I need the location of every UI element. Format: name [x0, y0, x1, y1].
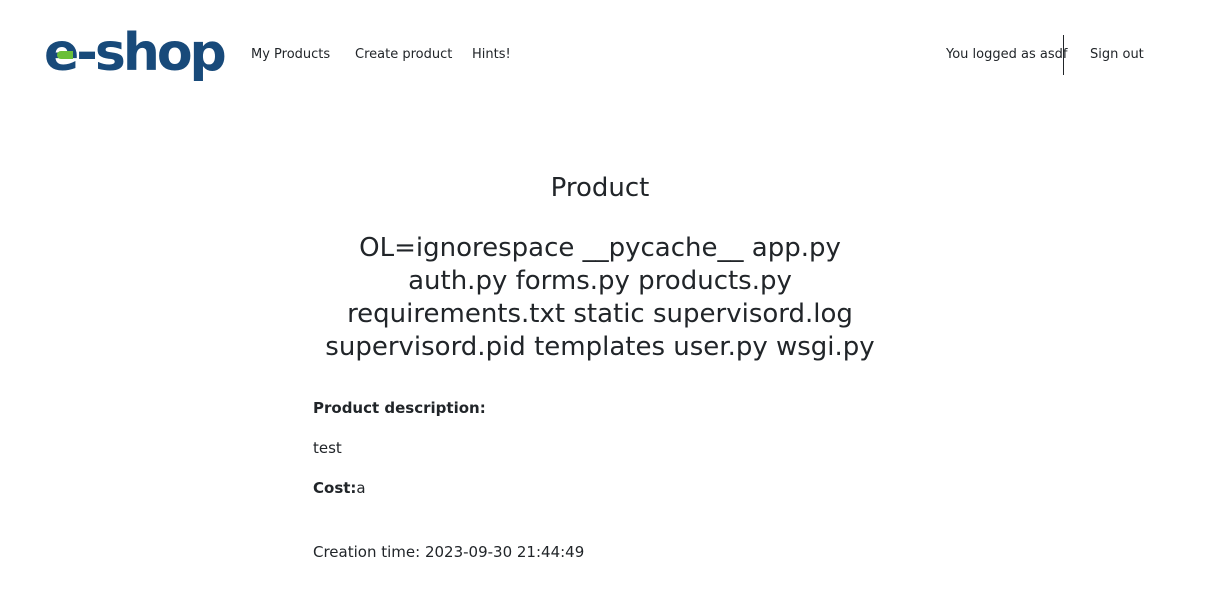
- nav-my-products[interactable]: My Products: [251, 47, 330, 62]
- nav-hints[interactable]: Hints!: [472, 47, 511, 62]
- logo-text: e-shop: [44, 27, 227, 79]
- description-value: test: [313, 439, 342, 457]
- navbar-divider: [1063, 35, 1064, 75]
- logged-user-text: You logged as asdf: [946, 47, 1068, 62]
- cost-label: Cost:: [313, 479, 357, 497]
- product-name: OL=ignorespace __pycache__ app.py auth.p…: [325, 233, 875, 362]
- description-label: Product description:: [313, 399, 486, 417]
- creation-time: Creation time: 2023-09-30 21:44:49: [313, 543, 585, 561]
- logo-accent: [57, 51, 73, 59]
- navbar: e-shop My Products Create product Hints!…: [0, 0, 1220, 110]
- cost-value: a: [356, 479, 366, 497]
- product-detail: Product OL=ignorespace __pycache__ app.p…: [313, 160, 887, 562]
- cost-row: Cost:a: [313, 478, 887, 498]
- eshop-logo[interactable]: e-shop: [44, 18, 236, 88]
- page-title: Product: [550, 173, 650, 203]
- nav-create-product[interactable]: Create product: [355, 47, 452, 62]
- sign-out-link[interactable]: Sign out: [1090, 47, 1144, 62]
